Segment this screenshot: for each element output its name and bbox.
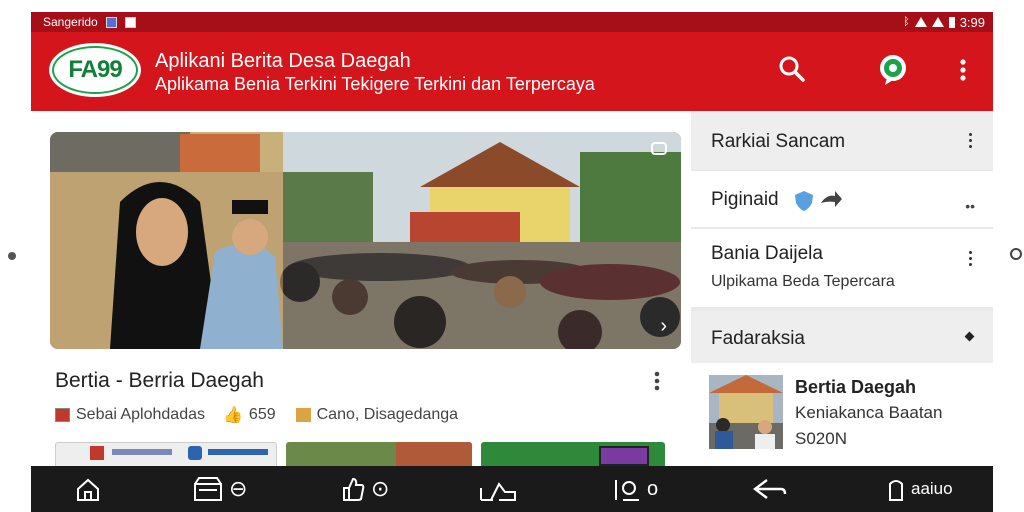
news-item-title: Bertia Daegah [795,377,917,397]
camera-ring [1010,248,1022,260]
nav-account[interactable]: aaiuo [887,474,953,504]
sidebar-section-title: Rarkiai Sancam [711,131,846,152]
news-thumbnail[interactable] [286,442,472,468]
source-icon [55,408,70,422]
phone-screen: Sangerido ᛒ 3:99 FA99 Aplikani Berita De… [31,12,993,512]
logo-badge: FA99 [54,48,136,92]
account-icon [889,480,903,501]
nav-share[interactable] [479,474,517,504]
sensor-dot [8,252,16,260]
featured-headline[interactable]: Bertia - Berria Daegah [55,369,264,393]
sidebar: Rarkiai Sancam Piginaid •• Bania Daijela… [691,111,993,467]
wifi-icon [914,17,927,27]
featured-card[interactable]: › Bertia - Berria Daegah Sebai Aplohdada… [31,111,691,467]
diamond-icon[interactable] [964,331,975,342]
fullscreen-icon[interactable] [651,142,667,155]
news-item-line1: Keniakanca Baatan [795,403,943,422]
sidebar-section-title: Fadaraksia [711,328,805,349]
kebab-menu-icon[interactable] [969,251,973,267]
like-icon [343,477,365,501]
app-logo[interactable]: FA99 [49,43,141,97]
thumbs-up-icon[interactable]: 👍 [223,405,243,425]
nav-back[interactable] [753,474,787,504]
news-thumbnail[interactable] [55,442,277,468]
news-item-line2: S020N [795,429,847,448]
news-thumbnail-image [709,375,783,449]
status-bar: Sangerido ᛒ 3:99 [31,12,993,32]
hero-image[interactable]: › [50,132,681,349]
carrier-label: Sangerido [43,15,98,29]
nav-home[interactable] [75,474,101,504]
share-icon [480,482,516,501]
kebab-menu-icon[interactable] [969,133,973,149]
sidebar-item-subtitle: Ulpikama Beda Tepercara [711,273,895,290]
sidebar-news-item[interactable]: Bertia Daegah Keniakanca Baatan S020N [691,363,993,467]
chat-icon[interactable] [877,54,907,85]
chevron-right-icon[interactable]: › [660,315,667,338]
back-icon [753,479,787,499]
sidebar-item[interactable]: Bania Daijela Ulpikama Beda Tepercara [691,229,993,307]
nav-like[interactable]: ⊙ [341,474,389,504]
device-bezel-left [0,0,31,512]
nav-store[interactable]: ⊖ [193,474,247,504]
sidebar-item[interactable]: Piginaid •• [691,171,993,227]
nav-like-label: ⊙ [371,476,390,501]
battery-icon [948,16,955,28]
app-bar: FA99 Aplikani Berita Desa Daegah Aplikam… [31,32,993,111]
status-time: 3:99 [959,14,985,30]
nav-account-label: aaiuo [911,479,953,498]
headline-more-icon[interactable] [651,370,663,394]
source-label: Sebai Aplohdadas [76,406,205,423]
nav-notes[interactable]: o [613,474,658,504]
sidebar-item-title: Bania Daijela [711,243,823,264]
sidebar-item-title: Piginaid [711,189,779,210]
app-subtitle: Aplikama Benia Terkini Tekigere Terkini … [155,74,595,94]
notes-icon [615,480,639,501]
nav-store-label: ⊖ [229,476,248,501]
share-arrow-icon[interactable] [819,190,843,212]
sidebar-section-header[interactable]: Fadaraksia [691,311,993,363]
shield-icon [795,191,813,211]
nav-notes-label: o [647,477,659,500]
sidebar-section-header[interactable]: Rarkiai Sancam [691,111,993,169]
featured-meta: Sebai Aplohdadas 👍 659 Cano, Disagedanga [55,405,458,425]
news-thumbnail[interactable] [481,442,665,468]
notification-icon [105,16,117,28]
location-label: Cano, Disagedanga [316,406,459,423]
store-icon [194,477,222,501]
search-icon[interactable] [777,54,807,84]
image-icon [124,16,136,28]
signal-icon [931,17,944,27]
bottom-nav: ⊖ ⊙ o aaiuo [31,466,993,512]
overflow-menu-icon[interactable] [959,54,967,84]
more-dots-icon[interactable]: •• [965,198,975,214]
home-icon [77,478,99,501]
app-title: Aplikani Berita Desa Daegah [155,50,411,72]
location-icon [295,408,311,422]
logo-text: FA99 [68,56,122,83]
like-count: 659 [248,406,276,423]
bluetooth-icon: ᛒ [903,16,910,28]
news-thumbnails [31,442,691,468]
device-bezel-right [993,0,1024,512]
